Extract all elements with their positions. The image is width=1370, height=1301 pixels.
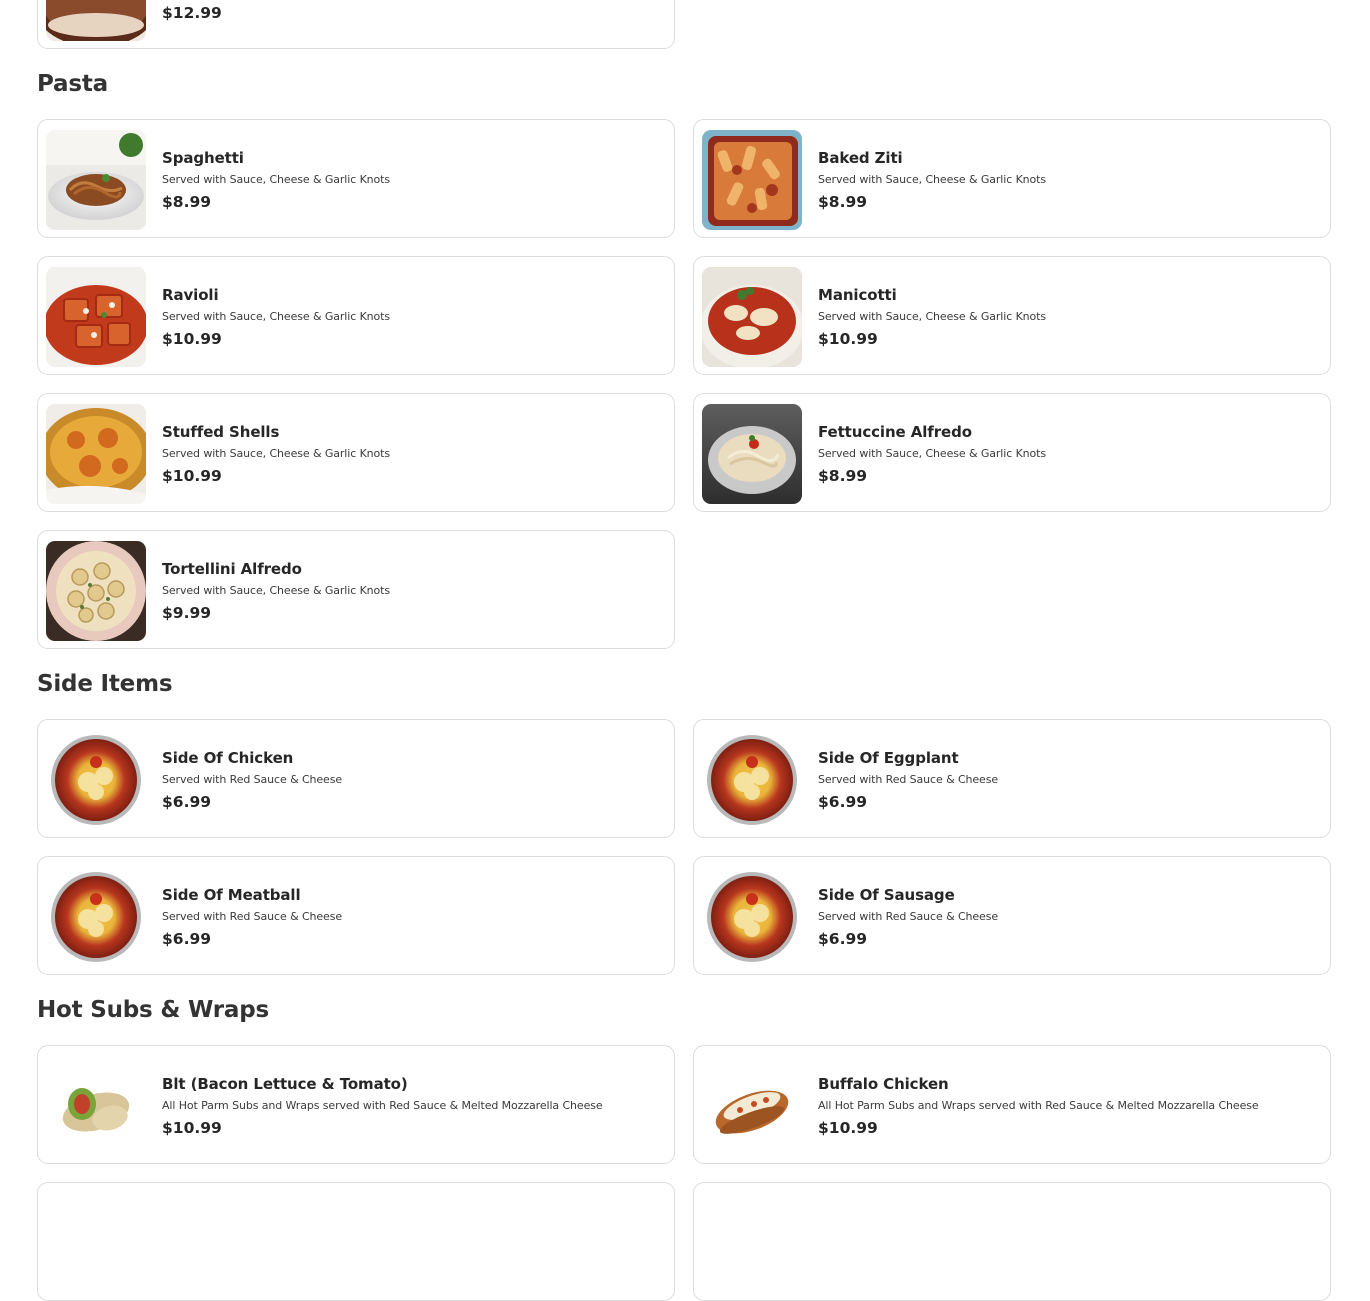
item-name: Baked Ziti xyxy=(818,149,903,167)
wrap-photo xyxy=(46,1056,146,1156)
item-price: $10.99 xyxy=(162,330,222,348)
menu-item-ravioli[interactable]: Ravioli Served with Sauce, Cheese & Garl… xyxy=(37,256,675,375)
item-name: Ravioli xyxy=(162,286,219,304)
item-price: $6.99 xyxy=(818,930,868,948)
menu-item-side-of-chicken[interactable]: Side Of Chicken Served with Red Sauce & … xyxy=(37,719,675,838)
item-name: Manicotti xyxy=(818,286,897,304)
item-price: $12.99 xyxy=(162,4,222,22)
item-description: All Hot Parm Subs and Wraps served with … xyxy=(818,1099,1259,1112)
item-description: Served with Sauce, Cheese & Garlic Knots xyxy=(162,310,391,323)
side-tray-photo xyxy=(702,867,802,967)
menu-item-card-partial[interactable]: $12.99 xyxy=(37,0,675,49)
item-price: $6.99 xyxy=(818,793,868,811)
spaghetti-photo xyxy=(46,130,146,230)
baked-ziti-photo xyxy=(702,130,802,230)
item-description: Served with Sauce, Cheese & Garlic Knots xyxy=(162,584,391,597)
item-name: Blt (Bacon Lettuce & Tomato) xyxy=(162,1075,408,1093)
stuffed-shells-photo xyxy=(46,404,146,504)
menu-item-spaghetti[interactable]: Spaghetti Served with Sauce, Cheese & Ga… xyxy=(37,119,675,238)
item-name: Fettuccine Alfredo xyxy=(818,423,972,441)
item-price: $6.99 xyxy=(162,930,212,948)
item-price: $8.99 xyxy=(818,467,868,485)
item-description: Served with Red Sauce & Cheese xyxy=(818,910,999,923)
sub-photo xyxy=(702,1056,802,1156)
menu-item-tortellini-alfredo[interactable]: Tortellini Alfredo Served with Sauce, Ch… xyxy=(37,530,675,649)
item-name: Side Of Chicken xyxy=(162,749,294,767)
item-description: Served with Red Sauce & Cheese xyxy=(162,773,343,786)
item-description: Served with Red Sauce & Cheese xyxy=(818,773,999,786)
item-price: $6.99 xyxy=(162,793,212,811)
item-name: Side Of Sausage xyxy=(818,886,955,904)
menu-item-side-of-sausage[interactable]: Side Of Sausage Served with Red Sauce & … xyxy=(693,856,1331,975)
menu-item-stuffed-shells[interactable]: Stuffed Shells Served with Sauce, Cheese… xyxy=(37,393,675,512)
fettuccine-photo xyxy=(702,404,802,504)
side-tray-photo xyxy=(46,867,146,967)
manicotti-photo xyxy=(702,267,802,367)
item-name: Spaghetti xyxy=(162,149,244,167)
pizza-photo xyxy=(46,0,146,41)
item-name: Side Of Meatball xyxy=(162,886,301,904)
item-price: $8.99 xyxy=(162,193,212,211)
item-name: Tortellini Alfredo xyxy=(162,560,302,578)
menu-item-manicotti[interactable]: Manicotti Served with Sauce, Cheese & Ga… xyxy=(693,256,1331,375)
item-name: Stuffed Shells xyxy=(162,423,280,441)
item-price: $10.99 xyxy=(818,1119,878,1137)
item-name: Buffalo Chicken xyxy=(818,1075,949,1093)
item-description: Served with Sauce, Cheese & Garlic Knots xyxy=(818,173,1047,186)
item-price: $9.99 xyxy=(162,604,212,622)
side-tray-photo xyxy=(702,730,802,830)
menu-item-fettuccine-alfredo[interactable]: Fettuccine Alfredo Served with Sauce, Ch… xyxy=(693,393,1331,512)
item-description: All Hot Parm Subs and Wraps served with … xyxy=(162,1099,603,1112)
menu-item-buffalo-chicken[interactable]: Buffalo Chicken All Hot Parm Subs and Wr… xyxy=(693,1045,1331,1164)
ravioli-photo xyxy=(46,267,146,367)
item-description: Served with Sauce, Cheese & Garlic Knots xyxy=(818,310,1047,323)
section-title-hot-subs-wraps: Hot Subs & Wraps xyxy=(37,997,269,1023)
section-title-side-items: Side Items xyxy=(37,671,173,697)
tortellini-photo xyxy=(46,541,146,641)
item-price: $10.99 xyxy=(818,330,878,348)
menu-item-blt[interactable]: Blt (Bacon Lettuce & Tomato) All Hot Par… xyxy=(37,1045,675,1164)
menu-item-card-partial[interactable] xyxy=(37,1182,675,1301)
item-description: Served with Sauce, Cheese & Garlic Knots xyxy=(162,447,391,460)
menu-item-side-of-meatball[interactable]: Side Of Meatball Served with Red Sauce &… xyxy=(37,856,675,975)
menu-item-baked-ziti[interactable]: Baked Ziti Served with Sauce, Cheese & G… xyxy=(693,119,1331,238)
side-tray-photo xyxy=(46,730,146,830)
item-price: $10.99 xyxy=(162,467,222,485)
menu-item-card-partial[interactable] xyxy=(693,1182,1331,1301)
section-title-pasta: Pasta xyxy=(37,71,108,97)
item-price: $10.99 xyxy=(162,1119,222,1137)
item-description: Served with Red Sauce & Cheese xyxy=(162,910,343,923)
menu-item-side-of-eggplant[interactable]: Side Of Eggplant Served with Red Sauce &… xyxy=(693,719,1331,838)
item-price: $8.99 xyxy=(818,193,868,211)
item-description: Served with Sauce, Cheese & Garlic Knots xyxy=(162,173,391,186)
item-description: Served with Sauce, Cheese & Garlic Knots xyxy=(818,447,1047,460)
item-name: Side Of Eggplant xyxy=(818,749,959,767)
